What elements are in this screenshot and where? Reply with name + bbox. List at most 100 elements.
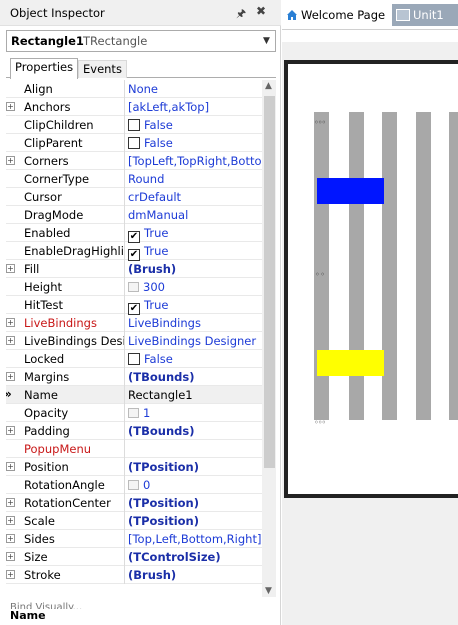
property-row[interactable]: + Anchors [akLeft,akTop] (6, 98, 262, 116)
checkbox[interactable] (128, 353, 140, 365)
property-row[interactable]: Align None (6, 80, 262, 98)
column-separator (124, 332, 125, 350)
blue-rectangle[interactable] (317, 178, 384, 204)
property-row[interactable]: RotationAngle 0 (6, 476, 262, 494)
column-separator (124, 206, 125, 224)
property-grid-scrollbar[interactable]: ▲ ▼ (262, 80, 276, 597)
selection-handle-icon[interactable]: ◦◦◦ (314, 418, 326, 427)
property-value[interactable]: False (128, 118, 262, 132)
property-row[interactable]: + Corners [TopLeft,TopRight,BottomLeft,Bot… (6, 152, 262, 170)
property-row[interactable]: EnableDragHighlight ✔True (6, 242, 262, 261)
property-row[interactable]: + Fill (Brush) (6, 260, 262, 278)
property-value[interactable]: ✔ True (128, 226, 262, 243)
property-value[interactable]: (TPosition) (128, 514, 262, 528)
property-value[interactable]: (TBounds) (128, 424, 262, 438)
property-value[interactable]: False (128, 352, 262, 366)
property-value[interactable]: (Brush) (128, 262, 262, 276)
property-row[interactable]: ClipParent False (6, 134, 262, 152)
property-value[interactable]: dmManual (128, 208, 262, 222)
property-row[interactable]: + Position (TPosition) (6, 458, 262, 476)
property-value[interactable]: LiveBindings Designer (128, 334, 262, 348)
property-value[interactable]: (Brush) (128, 568, 262, 582)
property-name: Enabled (24, 226, 71, 240)
property-row[interactable]: + Size (TControlSize) (6, 548, 262, 566)
selection-handle-icon[interactable]: ◦◦◦ (314, 118, 326, 127)
property-value[interactable]: Round (128, 172, 262, 186)
yellow-rectangle[interactable] (317, 350, 384, 376)
expand-icon[interactable]: + (6, 156, 15, 165)
property-value-text: (TControlSize) (128, 550, 221, 564)
property-value[interactable]: False (128, 136, 262, 150)
property-value[interactable]: ✔ True (128, 298, 262, 315)
tab-properties[interactable]: Properties (10, 58, 79, 79)
property-row[interactable]: + LiveBindings LiveBindings (6, 314, 262, 332)
expand-icon[interactable]: + (6, 372, 15, 381)
close-icon[interactable]: ✖ (256, 4, 266, 18)
property-row[interactable]: Cursor crDefault (6, 188, 262, 206)
expand-icon[interactable]: + (6, 462, 15, 471)
property-row[interactable]: ClipChildren False (6, 116, 262, 134)
expand-icon[interactable]: + (6, 336, 15, 345)
property-row[interactable]: CornerType Round (6, 170, 262, 188)
property-value[interactable]: [akLeft,akTop] (128, 100, 262, 114)
property-value[interactable]: None (128, 82, 262, 96)
property-value[interactable]: (TPosition) (128, 460, 262, 474)
column-separator (124, 512, 125, 530)
bind-visually-link[interactable]: Bind Visually... (10, 601, 82, 609)
property-value[interactable]: 1 (128, 406, 262, 420)
property-value[interactable]: 0 (128, 478, 262, 492)
expand-icon[interactable]: + (6, 102, 15, 111)
property-row[interactable]: Opacity 1 (6, 404, 262, 422)
property-value[interactable]: [Top,Left,Bottom,Right] (128, 532, 262, 546)
expand-icon[interactable]: + (6, 498, 15, 507)
property-row[interactable]: + Stroke (Brush) (6, 566, 262, 584)
pin-icon[interactable]: 🖈 (236, 5, 246, 24)
expand-icon[interactable]: + (6, 534, 15, 543)
property-row[interactable]: + RotationCenter (TPosition) (6, 494, 262, 512)
property-row[interactable]: + Scale (TPosition) (6, 512, 262, 530)
property-value[interactable]: ✔ True (128, 244, 262, 261)
property-value[interactable]: (TBounds) (128, 370, 262, 384)
property-row[interactable]: Enabled ✔ True (6, 224, 262, 243)
property-name: Locked (24, 352, 65, 366)
ghost-value-icon (128, 480, 139, 490)
expand-icon[interactable]: + (6, 516, 15, 525)
property-value[interactable]: 300 (128, 280, 262, 294)
property-value[interactable]: LiveBindings (128, 316, 262, 330)
property-row[interactable]: + Padding (TBounds) (6, 422, 262, 440)
property-value[interactable]: [TopLeft,TopRight,BottomLeft,BottomRight… (128, 154, 262, 168)
checkbox[interactable] (128, 119, 140, 131)
tab-unit1[interactable]: Unit1 (392, 4, 458, 26)
property-row[interactable]: PopupMenu (6, 440, 262, 458)
dropdown-icon[interactable]: ▼ (257, 31, 275, 51)
property-value[interactable]: (TPosition) (128, 496, 262, 510)
tab-events[interactable]: Events (78, 60, 127, 78)
expand-icon[interactable]: + (6, 570, 15, 579)
expand-icon[interactable]: + (6, 552, 15, 561)
property-value[interactable]: crDefault (128, 190, 262, 204)
scroll-down-icon[interactable]: ▼ (265, 586, 272, 596)
checkbox[interactable] (128, 137, 140, 149)
scroll-up-icon[interactable]: ▲ (265, 81, 272, 91)
expand-icon[interactable]: + (6, 264, 15, 273)
property-value[interactable]: Rectangle1 (128, 388, 262, 402)
form-surface[interactable]: ◦◦◦ ◦ ◦ ◦◦◦ (284, 60, 458, 498)
column-separator (124, 296, 125, 314)
object-selector[interactable]: Rectangle1 TRectangle ▼ (6, 30, 276, 52)
property-row[interactable]: + LiveBindings Designer LiveBindings Desig… (6, 332, 262, 350)
expand-icon[interactable]: + (6, 318, 15, 327)
tab-welcome-page[interactable]: Welcome Page (286, 8, 385, 22)
property-value-text: crDefault (128, 190, 182, 204)
property-value[interactable]: (TControlSize) (128, 550, 262, 564)
scrollbar-thumb[interactable] (264, 96, 275, 468)
property-row[interactable]: + Margins (TBounds) (6, 368, 262, 386)
property-row[interactable]: Height 300 (6, 278, 262, 296)
property-name: Height (24, 280, 63, 294)
property-row[interactable]: Locked False (6, 350, 262, 368)
property-row[interactable]: DragMode dmManual (6, 206, 262, 224)
property-row[interactable]: HitTest ✔ True (6, 296, 262, 315)
property-row[interactable]: » Name Rectangle1 (6, 386, 262, 404)
selection-handle-icon[interactable]: ◦ ◦ (315, 270, 325, 279)
property-row[interactable]: + Sides [Top,Left,Bottom,Right] (6, 530, 262, 548)
expand-icon[interactable]: + (6, 426, 15, 435)
